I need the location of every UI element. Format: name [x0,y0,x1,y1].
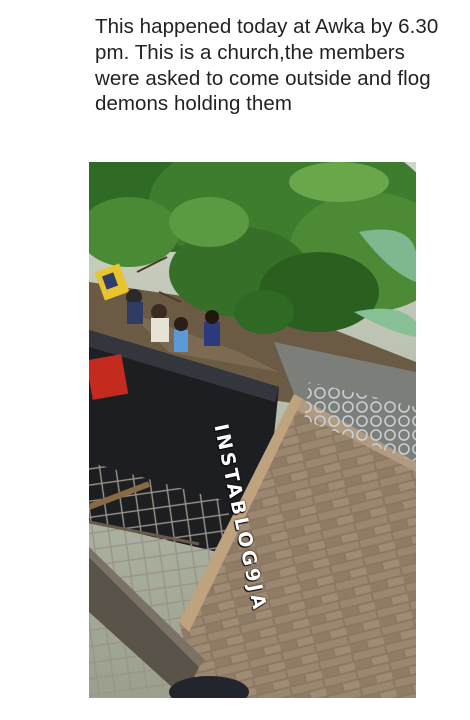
news-photo: INSTABLOG9JA [89,162,416,698]
photo-scene [89,162,416,698]
post-caption: This happened today at Awka by 6.30 pm. … [95,15,439,116]
